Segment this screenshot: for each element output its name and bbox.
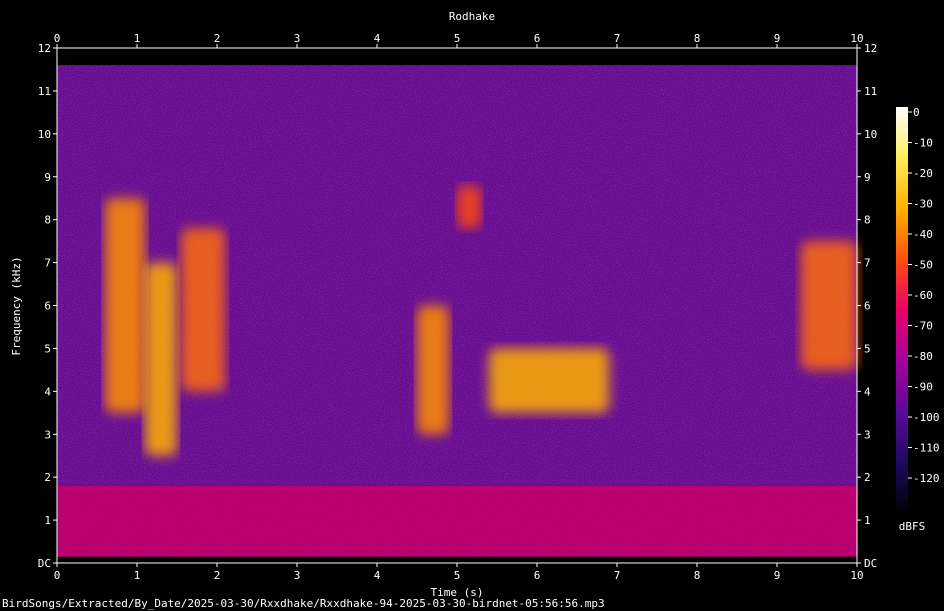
y-tick-label-right: 11 xyxy=(864,85,877,98)
y-tick-label-right: 9 xyxy=(864,171,871,184)
x-tick-label: 6 xyxy=(534,569,541,582)
y-tick-label: 1 xyxy=(44,514,51,527)
x-tick-label: 1 xyxy=(134,569,141,582)
x-tick-label: 3 xyxy=(294,569,301,582)
y-tick-label-right: 10 xyxy=(864,128,877,141)
x-tick-label: 4 xyxy=(374,569,381,582)
energy-region-2 xyxy=(145,262,177,456)
y-tick-label: 9 xyxy=(44,171,51,184)
energy-region-5 xyxy=(489,348,609,413)
x-tick-label-top: 1 xyxy=(134,32,141,45)
y-tick-label-right: 2 xyxy=(864,471,871,484)
colorbar-label: dBFS xyxy=(899,520,926,533)
colorbar-tick-label: -100 xyxy=(913,411,940,424)
y-tick-label-right: 12 xyxy=(864,42,877,55)
energy-region-6 xyxy=(457,185,481,229)
colorbar-tick-label: -70 xyxy=(913,320,933,333)
colorbar-tick-label: 0 xyxy=(913,106,920,119)
colorbar-tick-label: -50 xyxy=(913,259,933,272)
chart-title: Rodhake xyxy=(449,10,495,23)
x-tick-label-top: 2 xyxy=(214,32,221,45)
colorbar-tick-label: -80 xyxy=(913,350,933,363)
x-tick-label: 8 xyxy=(694,569,701,582)
x-tick-label: 9 xyxy=(774,569,781,582)
energy-region-3 xyxy=(181,228,225,392)
y-tick-label-right: 1 xyxy=(864,514,871,527)
x-tick-label: 5 xyxy=(454,569,461,582)
x-tick-label: 10 xyxy=(850,569,863,582)
x-tick-label-top: 10 xyxy=(850,32,863,45)
y-tick-label-right: 8 xyxy=(864,214,871,227)
y-tick-label-right: DC xyxy=(864,557,877,570)
y-tick-label: 10 xyxy=(38,128,51,141)
energy-region-7 xyxy=(801,241,857,370)
y-tick-label: 12 xyxy=(38,42,51,55)
x-tick-label-top: 9 xyxy=(774,32,781,45)
y-tick-label-right: 3 xyxy=(864,428,871,441)
x-tick-label-top: 5 xyxy=(454,32,461,45)
colorbar-tick-label: -20 xyxy=(913,167,933,180)
file-path: BirdSongs/Extracted/By_Date/2025-03-30/R… xyxy=(2,597,605,610)
y-tick-label: 7 xyxy=(44,257,51,270)
energy-region-1 xyxy=(105,198,145,413)
low-frequency-band xyxy=(57,485,857,557)
spectrogram-figure: Rodhake 001122334455667788991010DC DC1 12 2… xyxy=(10,10,940,599)
y-tick-label: 4 xyxy=(44,385,51,398)
y-tick-label-right: 4 xyxy=(864,385,871,398)
x-tick-label: 2 xyxy=(214,569,221,582)
colorbar-tick-label: -10 xyxy=(913,137,933,150)
y-tick-label: DC xyxy=(38,557,51,570)
y-tick-label: 5 xyxy=(44,342,51,355)
x-tick-label-top: 6 xyxy=(534,32,541,45)
colorbar-ticks: 0 -10 -20 -30 -40 -50 -60 -70 -80 -90 -100 -110 -120 xyxy=(908,106,940,485)
x-tick-label: 7 xyxy=(614,569,621,582)
y-tick-label: 11 xyxy=(38,85,51,98)
colorbar-tick-label: -30 xyxy=(913,198,933,211)
y-tick-label-right: 5 xyxy=(864,342,871,355)
y-tick-label: 2 xyxy=(44,471,51,484)
x-tick-label-top: 8 xyxy=(694,32,701,45)
y-tick-label-right: 7 xyxy=(864,257,871,270)
y-axis-label: Frequency (kHz) xyxy=(10,256,23,355)
colorbar xyxy=(896,107,908,515)
colorbar-tick-label: -110 xyxy=(913,442,940,455)
x-tick-label-top: 7 xyxy=(614,32,621,45)
x-tick-label-top: 4 xyxy=(374,32,381,45)
y-tick-label: 6 xyxy=(44,300,51,313)
colorbar-tick-label: -60 xyxy=(913,289,933,302)
x-tick-label-top: 0 xyxy=(54,32,61,45)
plot-area xyxy=(56,47,858,564)
colorbar-tick-label: -120 xyxy=(913,472,940,485)
y-tick-label: 8 xyxy=(44,214,51,227)
y-tick-label: 3 xyxy=(44,428,51,441)
colorbar-tick-label: -90 xyxy=(913,381,933,394)
x-tick-label-top: 3 xyxy=(294,32,301,45)
x-tick-label: 0 xyxy=(54,569,61,582)
colorbar-tick-label: -40 xyxy=(913,228,933,241)
y-tick-label-right: 6 xyxy=(864,300,871,313)
energy-region-4 xyxy=(417,305,449,435)
